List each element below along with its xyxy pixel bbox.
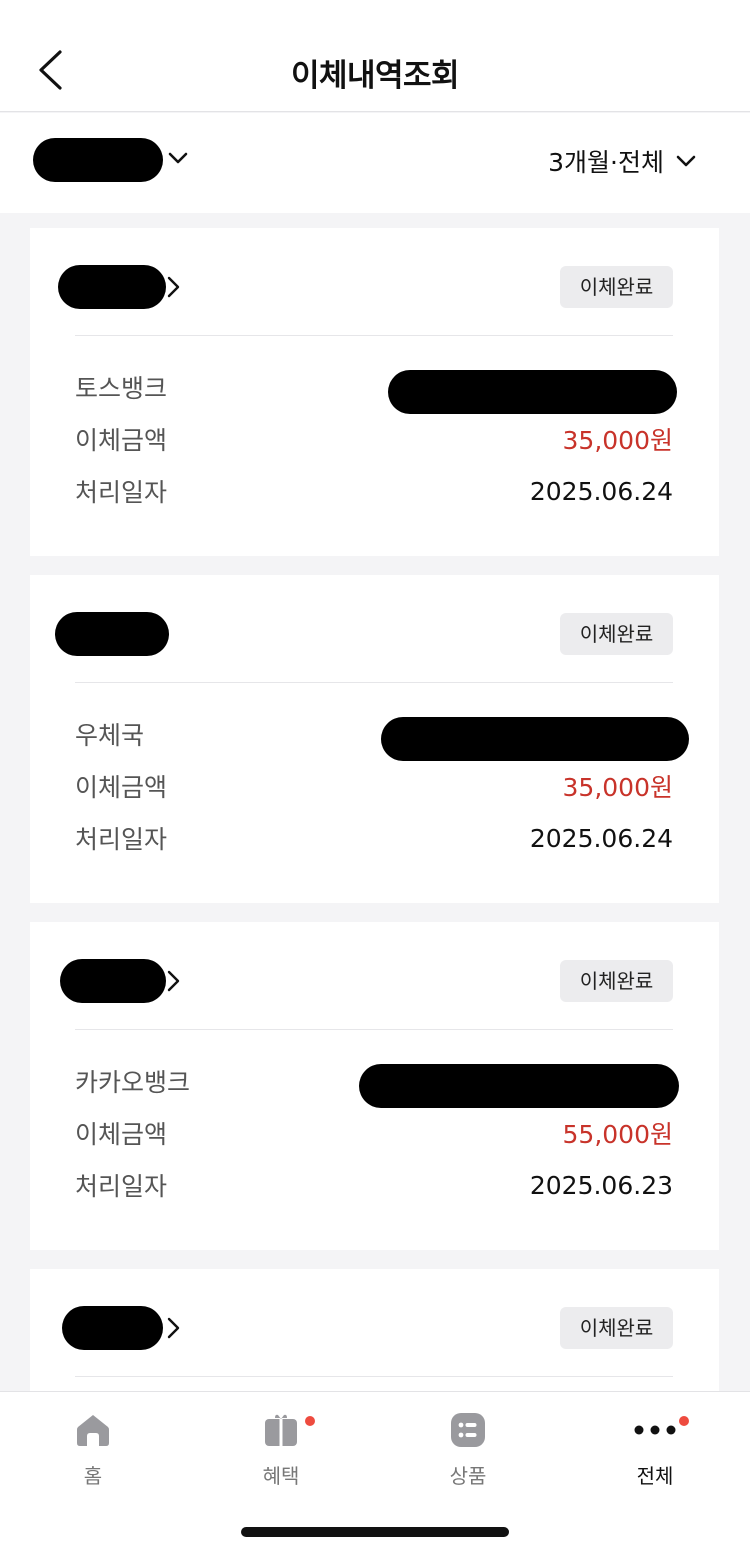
chevron-right-icon[interactable] bbox=[166, 276, 180, 298]
amount-row: 이체금액 35,000원 bbox=[75, 766, 673, 806]
date-label: 처리일자 bbox=[75, 478, 168, 507]
status-badge: 이체완료 bbox=[560, 960, 673, 1002]
recipient-name-redacted[interactable] bbox=[55, 612, 169, 656]
date-label: 처리일자 bbox=[75, 1172, 168, 1201]
amount-value: 55,000원 bbox=[562, 1120, 673, 1149]
notification-dot bbox=[305, 1416, 315, 1426]
filter-bar: 3개월·전체 bbox=[0, 113, 750, 213]
period-label: 3개월·전체 bbox=[548, 148, 664, 177]
date-label: 처리일자 bbox=[75, 825, 168, 854]
card-header: 이체완료 bbox=[30, 1269, 719, 1377]
recipient-name-redacted[interactable] bbox=[62, 1306, 163, 1350]
amount-value: 35,000원 bbox=[562, 773, 673, 802]
notification-dot bbox=[679, 1416, 689, 1426]
status-badge: 이체완료 bbox=[560, 613, 673, 655]
app-header: 이체내역조회 bbox=[0, 0, 750, 112]
bank-name: 토스뱅크 bbox=[75, 374, 168, 403]
list-icon bbox=[451, 1413, 485, 1447]
date-value: 2025.06.23 bbox=[529, 1170, 673, 1200]
chevron-right-icon[interactable] bbox=[166, 1317, 180, 1339]
bank-name: 우체국 bbox=[75, 721, 145, 750]
account-select-redacted[interactable] bbox=[33, 138, 163, 182]
amount-value: 35,000원 bbox=[562, 426, 673, 455]
date-row: 처리일자 2025.06.24 bbox=[75, 818, 673, 858]
card-header: 이체완료 bbox=[30, 228, 719, 336]
divider bbox=[75, 682, 673, 683]
transfer-card[interactable]: 이체완료 우체국 이체금액 35,000원 처리일자 2025.06.24 bbox=[30, 575, 719, 903]
card-header: 이체완료 bbox=[30, 922, 719, 1030]
tab-home[interactable]: 홈 bbox=[33, 1406, 153, 1489]
status-badge: 이체완료 bbox=[560, 266, 673, 308]
tab-benefits[interactable]: 혜택 bbox=[221, 1406, 341, 1489]
tab-label: 상품 bbox=[449, 1464, 487, 1488]
transfer-list[interactable]: 이체완료 토스뱅크 이체금액 35,000원 처리일자 2025.06.24 이… bbox=[0, 213, 750, 1391]
home-icon bbox=[77, 1415, 109, 1446]
chevron-right-icon[interactable] bbox=[166, 970, 180, 992]
tab-label: 홈 bbox=[83, 1464, 103, 1488]
tab-label: 혜택 bbox=[262, 1464, 300, 1488]
divider bbox=[75, 335, 673, 336]
period-select[interactable]: 3개월·전체 bbox=[548, 143, 696, 179]
date-value: 2025.06.24 bbox=[529, 823, 673, 853]
chevron-down-icon[interactable] bbox=[168, 151, 188, 165]
amount-label: 이체금액 bbox=[75, 1120, 168, 1149]
date-value: 2025.06.24 bbox=[529, 476, 673, 506]
amount-label: 이체금액 bbox=[75, 426, 168, 455]
status-badge: 이체완료 bbox=[560, 1307, 673, 1349]
tab-all[interactable]: 전체 bbox=[595, 1406, 715, 1489]
card-header: 이체완료 bbox=[30, 575, 719, 683]
date-row: 처리일자 2025.06.24 bbox=[75, 471, 673, 511]
amount-label: 이체금액 bbox=[75, 773, 168, 802]
page-title: 이체내역조회 bbox=[290, 58, 460, 94]
account-number-redacted bbox=[388, 370, 677, 414]
transfer-card[interactable]: 이체완료 bbox=[30, 1269, 719, 1391]
date-row: 처리일자 2025.06.23 bbox=[75, 1165, 673, 1205]
transfer-card[interactable]: 이체완료 토스뱅크 이체금액 35,000원 처리일자 2025.06.24 bbox=[30, 228, 719, 556]
account-number-redacted bbox=[359, 1064, 679, 1108]
chevron-down-icon bbox=[676, 155, 696, 167]
divider bbox=[75, 1029, 673, 1030]
tab-label: 전체 bbox=[636, 1464, 674, 1488]
divider bbox=[75, 1376, 673, 1377]
recipient-name-redacted[interactable] bbox=[60, 959, 166, 1003]
recipient-name-redacted[interactable] bbox=[58, 265, 166, 309]
amount-row: 이체금액 35,000원 bbox=[75, 419, 673, 459]
gift-icon bbox=[265, 1414, 297, 1446]
tab-products[interactable]: 상품 bbox=[408, 1406, 528, 1489]
more-dots-icon bbox=[634, 1425, 676, 1435]
home-indicator bbox=[241, 1527, 509, 1537]
amount-row: 이체금액 55,000원 bbox=[75, 1113, 673, 1153]
transfer-card[interactable]: 이체완료 카카오뱅크 이체금액 55,000원 처리일자 2025.06.23 bbox=[30, 922, 719, 1250]
account-number-redacted bbox=[381, 717, 689, 761]
bottom-tab-bar: 홈 혜택 상품 전체 bbox=[0, 1391, 750, 1553]
bank-name: 카카오뱅크 bbox=[75, 1068, 191, 1097]
